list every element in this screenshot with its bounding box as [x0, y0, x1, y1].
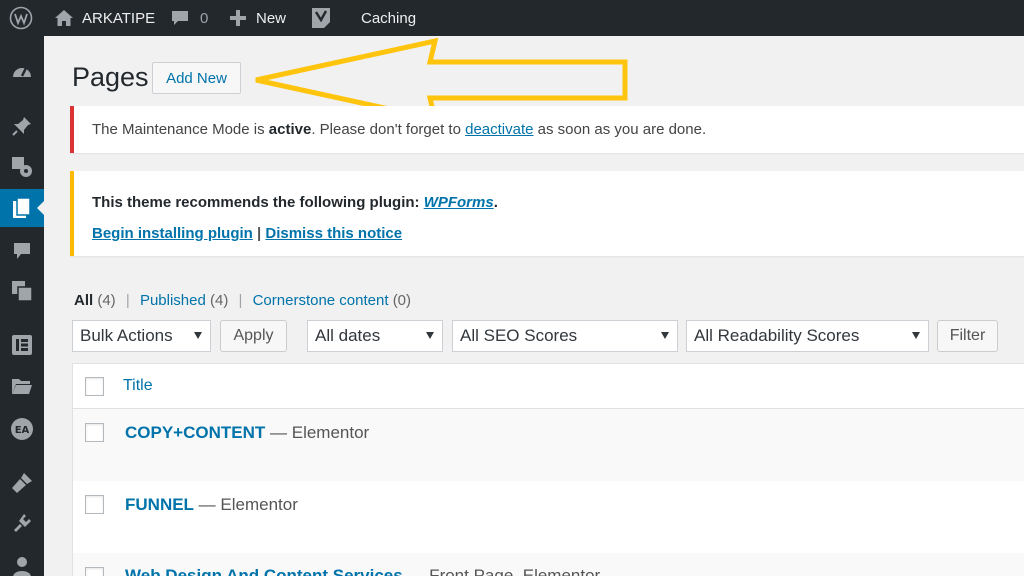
elementor-icon[interactable] — [0, 326, 44, 364]
select-value: All Readability Scores — [694, 326, 860, 345]
separator: | — [238, 292, 243, 309]
deactivate-link[interactable]: deactivate — [465, 121, 533, 138]
dates-select[interactable]: All dates — [307, 320, 443, 352]
separator: | — [252, 225, 266, 242]
plus-icon — [230, 10, 246, 26]
row-title: FUNNEL — Elementor — [125, 495, 298, 515]
caching-link[interactable]: Caching — [361, 0, 416, 36]
admin-sidebar: EA — [0, 36, 44, 576]
select-all-checkbox[interactable] — [85, 377, 104, 396]
dismiss-notice-link[interactable]: Dismiss this notice — [265, 225, 402, 242]
maintenance-notice-text: The Maintenance Mode is active. Please d… — [92, 121, 706, 138]
view-published[interactable]: Published — [140, 292, 206, 309]
table-header: Title — [73, 364, 1024, 409]
view-cornerstone-count: (0) — [392, 292, 412, 309]
row-state: — Front Page, Elementor — [402, 566, 601, 576]
ea-icon[interactable]: EA — [0, 410, 44, 448]
row-title-link[interactable]: Web Design And Content Services — [125, 566, 403, 576]
add-new-button[interactable]: Add New — [152, 62, 241, 94]
site-name: ARKATIPE — [82, 9, 156, 27]
begin-installing-link[interactable]: Begin installing plugin — [92, 225, 253, 242]
row-state: — Elementor — [193, 495, 298, 514]
dashboard-icon[interactable] — [0, 52, 44, 90]
seo-scores-select[interactable]: All SEO Scores — [452, 320, 678, 352]
comment-bubble-icon — [170, 9, 190, 27]
column-title-header[interactable]: Title — [123, 377, 153, 395]
row-checkbox[interactable] — [85, 495, 104, 514]
readability-scores-select[interactable]: All Readability Scores — [686, 320, 929, 352]
plugin-notice: This theme recommends the following plug… — [70, 171, 1024, 256]
select-value: Bulk Actions — [80, 326, 173, 345]
svg-text:EA: EA — [15, 425, 30, 436]
pages-table: Title COPY+CONTENT — Elementor FUNNEL — … — [72, 363, 1024, 576]
media-icon[interactable] — [0, 148, 44, 186]
new-label: New — [256, 9, 287, 27]
pages-icon[interactable] — [0, 189, 44, 227]
pin-icon[interactable] — [0, 107, 44, 145]
notice-text: as soon as you are done. — [533, 121, 707, 138]
site-name-link[interactable]: ARKATIPE — [54, 0, 155, 36]
separator: | — [125, 292, 130, 309]
new-content-link[interactable]: New — [230, 0, 286, 36]
comments-count: 0 — [200, 9, 209, 27]
select-value: All dates — [315, 326, 381, 345]
table-row: COPY+CONTENT — Elementor — [73, 409, 1024, 481]
filter-button[interactable]: Filter — [937, 320, 998, 352]
view-all[interactable]: All — [74, 292, 93, 309]
admin-bar: ARKATIPE 0 New Caching — [0, 0, 1024, 36]
row-title: COPY+CONTENT — Elementor — [125, 423, 369, 443]
notice-text: . Please don't forget to — [311, 121, 466, 138]
wpforms-link[interactable]: WPForms — [424, 194, 494, 211]
view-published-count: (4) — [210, 292, 229, 309]
users-icon[interactable] — [0, 548, 44, 576]
page-title: Pages — [72, 62, 149, 92]
table-row: Web Design And Content Services — Front … — [73, 553, 1024, 576]
chevron-down-icon — [912, 332, 920, 339]
wordpress-logo-icon[interactable] — [9, 0, 33, 36]
maintenance-notice: The Maintenance Mode is active. Please d… — [70, 106, 1024, 153]
plugin-notice-actions: Begin installing plugin | Dismiss this n… — [92, 225, 402, 242]
chevron-down-icon — [426, 332, 434, 339]
notice-text: This theme recommends the following plug… — [92, 194, 424, 211]
comments-icon[interactable] — [0, 232, 44, 270]
table-row: FUNNEL — Elementor — [73, 481, 1024, 553]
folder-icon[interactable] — [0, 367, 44, 405]
yoast-icon[interactable] — [310, 0, 332, 36]
appearance-icon[interactable] — [0, 464, 44, 502]
row-title: Web Design And Content Services — Front … — [125, 566, 600, 576]
row-checkbox[interactable] — [85, 423, 104, 442]
plugins-icon[interactable] — [0, 504, 44, 542]
chevron-down-icon — [661, 332, 669, 339]
bulk-actions-select[interactable]: Bulk Actions — [72, 320, 211, 352]
notice-active-text: active — [268, 121, 312, 138]
home-icon — [54, 9, 74, 27]
row-title-link[interactable]: FUNNEL — [125, 495, 194, 514]
feedback-icon[interactable] — [0, 272, 44, 310]
notice-text: . — [493, 194, 498, 211]
plugin-notice-text: This theme recommends the following plug… — [92, 194, 498, 211]
row-title-link[interactable]: COPY+CONTENT — [125, 423, 265, 442]
row-state: — Elementor — [265, 423, 370, 442]
apply-button[interactable]: Apply — [220, 320, 287, 352]
status-views: All (4) | Published (4) | Cornerstone co… — [74, 292, 411, 309]
comments-link[interactable]: 0 — [170, 0, 208, 36]
chevron-down-icon — [194, 332, 202, 339]
row-checkbox[interactable] — [85, 567, 104, 576]
select-value: All SEO Scores — [460, 326, 578, 345]
notice-text: The Maintenance Mode is — [92, 121, 269, 138]
view-cornerstone[interactable]: Cornerstone content — [253, 292, 389, 309]
view-all-count: (4) — [97, 292, 116, 309]
